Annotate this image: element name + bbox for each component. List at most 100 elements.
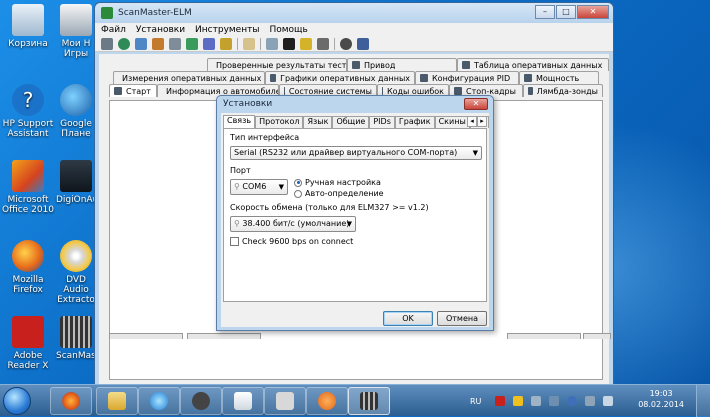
info-icon[interactable] xyxy=(340,37,352,50)
tab-live-measurements[interactable]: Измерения оперативных данных xyxy=(113,71,265,84)
globe-icon[interactable] xyxy=(118,37,130,50)
desktop-icon-firefox[interactable]: Mozilla Firefox xyxy=(0,240,56,295)
dialog-tabs: Связь Протокол Язык Общие PIDs График Ск… xyxy=(223,115,489,128)
menu-file[interactable]: Файл xyxy=(101,25,126,35)
monitor-icon[interactable] xyxy=(283,37,295,50)
wave-icon[interactable] xyxy=(220,37,232,50)
tab-scroll-left-icon[interactable]: ◂ xyxy=(467,116,477,127)
radio-selected-icon xyxy=(294,178,302,187)
drive-icon xyxy=(352,61,360,69)
volume-icon[interactable] xyxy=(603,396,614,406)
baud-rate-select[interactable]: ⚲ 38.400 бит/с (умолчание) ▼ xyxy=(230,216,356,232)
tab-lambda-sensors[interactable]: Лямбда-зонды xyxy=(523,84,603,97)
port-select[interactable]: ⚲ COM6 ▼ xyxy=(230,179,288,195)
tab-scroll-right-icon[interactable]: ▸ xyxy=(477,116,487,127)
bottom-button[interactable] xyxy=(507,333,581,339)
toolbar-separator xyxy=(237,37,238,50)
tab-connection[interactable]: Связь xyxy=(223,115,256,128)
tab-start[interactable]: Старт xyxy=(109,84,157,97)
menu-bar: Файл Установки Инструменты Помощь xyxy=(95,23,613,36)
taskbar-player[interactable] xyxy=(306,387,348,415)
flag-icon[interactable] xyxy=(513,396,524,406)
network-bars-icon[interactable] xyxy=(585,396,596,406)
connect-icon[interactable] xyxy=(101,37,113,50)
bottom-button[interactable] xyxy=(583,333,611,339)
dialog-title[interactable]: Установки xyxy=(217,96,493,112)
chart-icon[interactable] xyxy=(135,37,147,50)
sensor-icon xyxy=(528,87,533,95)
book-icon[interactable] xyxy=(357,37,369,50)
tab-live-data-table[interactable]: Таблица оперативных данных xyxy=(457,58,609,71)
desktop-icon-scanmaster[interactable]: ScanMaster xyxy=(56,316,109,361)
menu-tools[interactable]: Инструменты xyxy=(195,25,259,35)
taskbar-scanmaster[interactable] xyxy=(348,387,390,415)
taskbar-firefox[interactable] xyxy=(50,387,92,415)
desktop-icon-my-games[interactable]: Мои Н Игры xyxy=(56,4,96,59)
start-button[interactable] xyxy=(3,387,31,415)
desktop-icon-office[interactable]: Microsoft Office 2010 xyxy=(0,160,56,215)
tab-live-graphs[interactable]: Графики оперативных данных xyxy=(265,71,415,84)
radio-auto[interactable]: Авто-определение xyxy=(294,189,384,198)
language-indicator[interactable]: RU xyxy=(470,397,481,406)
tab-general[interactable]: Общие xyxy=(332,116,370,128)
battery-icon[interactable] xyxy=(300,37,312,50)
taskbar-hp[interactable] xyxy=(180,387,222,415)
taskbar-ie[interactable] xyxy=(138,387,180,415)
interface-type-label: Тип интерфейса xyxy=(230,133,300,142)
clock[interactable]: 19:03 08.02.2014 xyxy=(638,388,684,410)
tab-drive[interactable]: Привод xyxy=(347,58,457,71)
taskbar-solitaire[interactable] xyxy=(222,387,264,415)
show-desktop-button[interactable] xyxy=(696,385,710,417)
desktop-icon-dvd-audio[interactable]: DVD Audio Extracto xyxy=(56,240,96,305)
report-icon[interactable] xyxy=(243,37,255,50)
tab-skins[interactable]: Скины xyxy=(434,116,470,128)
tab-test-results[interactable]: Проверенные результаты теста xyxy=(207,58,347,71)
bottom-button[interactable] xyxy=(187,333,261,339)
bluetooth-icon[interactable] xyxy=(567,396,578,406)
close-button[interactable]: ✕ xyxy=(577,5,609,19)
pdf-tray-icon[interactable] xyxy=(495,396,506,406)
monitor-tray-icon[interactable] xyxy=(549,396,560,406)
bars-icon[interactable] xyxy=(169,37,181,50)
taskbar-media[interactable] xyxy=(264,387,306,415)
cancel-button[interactable]: Отмена xyxy=(437,311,487,326)
desktop-icon-recycle-bin[interactable]: Корзина xyxy=(0,4,56,49)
tab-pid-config[interactable]: Конфигурация PID xyxy=(415,71,519,84)
chat-icon[interactable] xyxy=(266,37,278,50)
menu-settings[interactable]: Установки xyxy=(136,25,185,35)
dialog-body: Связь Протокол Язык Общие PIDs График Ск… xyxy=(221,113,489,327)
desktop-icon-label: Adobe Reader X xyxy=(7,351,49,371)
ok-button[interactable]: OK xyxy=(383,311,433,326)
interface-type-select[interactable]: Serial (RS232 или драйвер виртуального C… xyxy=(230,146,482,160)
sensor-icon[interactable] xyxy=(186,37,198,50)
maximize-button[interactable]: □ xyxy=(556,5,576,19)
tab-pids[interactable]: PIDs xyxy=(369,116,395,128)
desktop-icon-digionaudio[interactable]: DigiOnAu xyxy=(56,160,98,205)
connection-panel: Тип интерфейса Serial (RS232 или драйвер… xyxy=(223,128,487,302)
clock-time: 19:03 xyxy=(649,389,673,398)
system-tray: RU xyxy=(470,385,621,417)
radio-manual[interactable]: Ручная настройка xyxy=(294,178,381,187)
check-9600-checkbox[interactable]: Check 9600 bps on connect xyxy=(230,237,353,246)
desktop-icon-hp-support[interactable]: ? HP Support Assistant xyxy=(0,84,56,139)
window-title-bar[interactable]: ScanMaster-ELM – □ ✕ xyxy=(95,3,613,23)
desktop-icon-label: Microsoft Office 2010 xyxy=(1,195,55,215)
tab-protocol[interactable]: Протокол xyxy=(255,116,304,128)
desktop-icon-adobe-reader[interactable]: Adobe Reader X xyxy=(0,316,56,371)
taskbar-explorer[interactable] xyxy=(96,387,138,415)
tab-language[interactable]: Язык xyxy=(303,116,333,128)
bottom-button[interactable] xyxy=(109,333,183,339)
desktop-icon-google-planet[interactable]: Google Плане xyxy=(56,84,96,139)
menu-help[interactable]: Помощь xyxy=(269,25,307,35)
tab-graph[interactable]: График xyxy=(394,116,435,128)
tab-power[interactable]: Мощность xyxy=(519,71,599,84)
device-icon[interactable] xyxy=(317,37,329,50)
port-label: Порт xyxy=(230,166,251,175)
dialog-close-button[interactable]: ✕ xyxy=(464,98,488,110)
minimize-button[interactable]: – xyxy=(535,5,555,19)
grid-icon[interactable] xyxy=(152,37,164,50)
plug-icon[interactable] xyxy=(203,37,215,50)
network-icon[interactable] xyxy=(531,396,542,406)
chip-icon xyxy=(60,316,92,348)
desktop-icon-label: DVD Audio Extracto xyxy=(57,275,95,305)
